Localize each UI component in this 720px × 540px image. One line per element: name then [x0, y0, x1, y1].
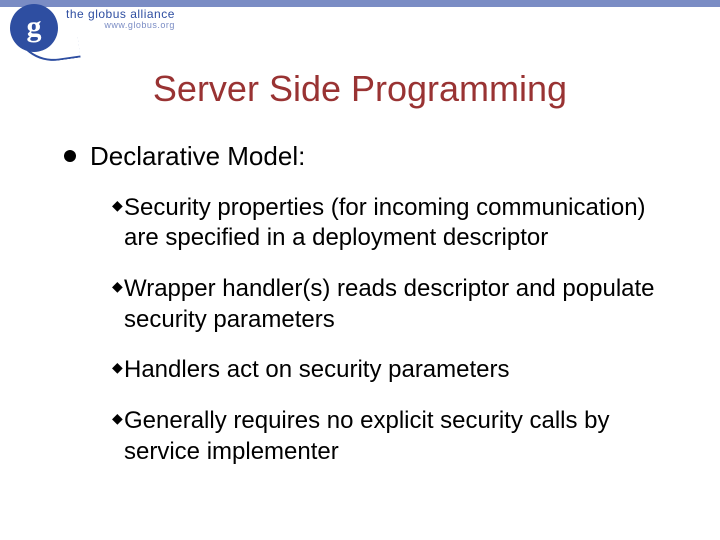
level2-text: Wrapper handler(s) reads descriptor and …	[124, 274, 672, 335]
logo-glyph: g	[27, 12, 42, 42]
globus-logo-icon: g	[10, 4, 58, 52]
level2-item: Generally requires no explicit security …	[112, 406, 672, 467]
circle-bullet-icon	[64, 150, 76, 162]
slide: g the globus alliance www.globus.org Ser…	[0, 0, 720, 540]
logo-block: g the globus alliance www.globus.org	[10, 0, 175, 58]
level2-text: Handlers act on security parameters	[124, 355, 510, 386]
level2-text: Generally requires no explicit security …	[124, 406, 672, 467]
slide-title: Server Side Programming	[0, 68, 720, 110]
level2-item: Wrapper handler(s) reads descriptor and …	[112, 274, 672, 335]
logo-url: www.globus.org	[66, 21, 175, 31]
level2-item: Security properties (for incoming commun…	[112, 193, 672, 254]
slide-content: Declarative Model: Security properties (…	[64, 140, 672, 468]
level2-list: Security properties (for incoming commun…	[112, 193, 672, 468]
level1-text: Declarative Model:	[90, 140, 305, 173]
logo-text-block: the globus alliance www.globus.org	[66, 8, 175, 31]
level2-text: Security properties (for incoming commun…	[124, 193, 672, 254]
level2-item: Handlers act on security parameters	[112, 355, 672, 386]
level1-item: Declarative Model:	[64, 140, 672, 173]
